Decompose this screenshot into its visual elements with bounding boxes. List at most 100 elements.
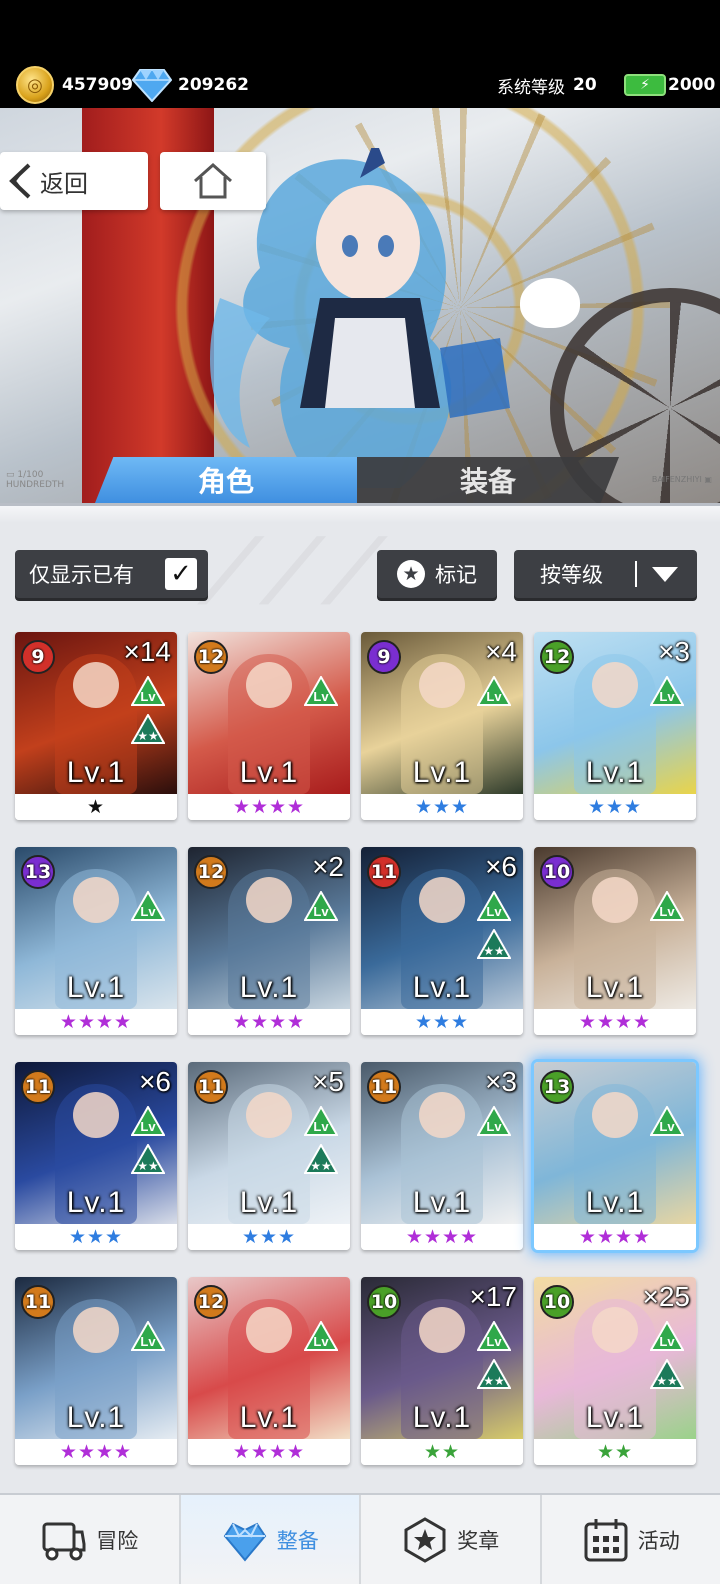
- nav-adventure-label: 冒险: [96, 1528, 139, 1553]
- character-card[interactable]: 11 ×6 Lv ★★ Lv.1 ★★★: [15, 1062, 177, 1250]
- mark-button[interactable]: ★ 标记: [377, 550, 497, 598]
- level-badge: 11: [194, 1070, 228, 1104]
- svg-text:Lv: Lv: [140, 904, 156, 919]
- nav-medals[interactable]: 奖章: [361, 1495, 542, 1584]
- level-up-icon: Lv: [303, 889, 339, 921]
- owned-only-label: 仅显示已有: [29, 563, 134, 587]
- character-card[interactable]: 12 ×3 Lv Lv.1 ★★★: [534, 632, 696, 820]
- character-face: [73, 662, 119, 708]
- svg-text:Lv: Lv: [140, 1119, 156, 1134]
- rarity-stars: ★★★★: [15, 1439, 177, 1465]
- level-up-icon: Lv: [649, 1104, 685, 1136]
- star-up-icon: ★★: [649, 1357, 685, 1389]
- tab-characters[interactable]: 角色: [95, 457, 357, 503]
- nav-adventure[interactable]: 冒险: [0, 1495, 181, 1584]
- level-badge: 11: [21, 1070, 55, 1104]
- rarity-stars: ★★★: [188, 1224, 350, 1250]
- rarity-stars: ★★★: [361, 794, 523, 820]
- mark-label: 标记: [435, 563, 477, 587]
- rarity-stars: ★★★★: [534, 1224, 696, 1250]
- character-card[interactable]: 11 ×6 Lv ★★ Lv.1 ★★★: [361, 847, 523, 1035]
- checkbox-checked-icon[interactable]: ✓: [165, 558, 197, 590]
- character-face: [73, 1092, 119, 1138]
- rarity-stars: ★★★★: [361, 1224, 523, 1250]
- duplicate-count: ×6: [485, 851, 517, 882]
- back-button[interactable]: 返回: [0, 152, 148, 210]
- rarity-stars: ★★★★: [15, 1009, 177, 1035]
- character-level: Lv.1: [412, 1186, 472, 1219]
- energy-counter[interactable]: ⚡ 2000: [624, 66, 715, 104]
- character-face: [246, 1307, 292, 1353]
- nav-prepare[interactable]: 整备: [180, 1495, 361, 1584]
- nav-prepare-label: 整备: [276, 1528, 319, 1553]
- sort-label: 按等级: [540, 563, 603, 587]
- character-card[interactable]: 10 ×17 Lv ★★ Lv.1 ★★: [361, 1277, 523, 1465]
- level-up-icon: Lv: [476, 1319, 512, 1351]
- medal-icon: [404, 1516, 446, 1563]
- svg-text:★★: ★★: [483, 944, 505, 958]
- svg-text:Lv: Lv: [486, 1119, 502, 1134]
- level-badge: 12: [194, 1285, 228, 1319]
- character-card[interactable]: 13 Lv Lv.1 ★★★★: [15, 847, 177, 1035]
- svg-text:Lv: Lv: [140, 689, 156, 704]
- character-card[interactable]: 12 Lv Lv.1 ★★★★: [188, 1277, 350, 1465]
- star-up-icon: ★★: [130, 1142, 166, 1174]
- level-up-icon: Lv: [476, 1104, 512, 1136]
- level-up-icon: Lv: [130, 1104, 166, 1136]
- duplicate-count: ×14: [123, 636, 172, 667]
- rarity-stars: ★★★★: [188, 1009, 350, 1035]
- level-badge: 12: [540, 640, 574, 674]
- character-face: [592, 877, 638, 923]
- level-up-icon: Lv: [649, 1319, 685, 1351]
- character-card[interactable]: 12 ×2 Lv Lv.1 ★★★★: [188, 847, 350, 1035]
- star-up-icon: ★★: [303, 1142, 339, 1174]
- level-badge: 10: [367, 1285, 401, 1319]
- level-up-icon: Lv: [130, 1319, 166, 1351]
- rarity-stars: ★★★: [15, 1224, 177, 1250]
- character-card[interactable]: 9 ×14 Lv ★★ Lv.1 ★: [15, 632, 177, 820]
- duplicate-count: ×25: [642, 1281, 691, 1312]
- bottom-nav: 冒险 整备 奖章 活动: [0, 1493, 720, 1584]
- character-card[interactable]: 9 ×4 Lv Lv.1 ★★★: [361, 632, 523, 820]
- character-card[interactable]: 12 Lv Lv.1 ★★★★: [188, 632, 350, 820]
- gem-counter[interactable]: 209262: [131, 66, 249, 104]
- truck-icon: [42, 1522, 86, 1560]
- character-card[interactable]: 11 ×3 Lv Lv.1 ★★★★: [361, 1062, 523, 1250]
- character-card[interactable]: 11 ×5 Lv ★★ Lv.1 ★★★: [188, 1062, 350, 1250]
- dropdown-arrow-icon: [652, 567, 678, 582]
- character-level: Lv.1: [239, 1186, 299, 1219]
- svg-text:Lv: Lv: [659, 1334, 675, 1349]
- character-card[interactable]: 13 Lv Lv.1 ★★★★: [534, 1062, 696, 1250]
- character-face: [592, 662, 638, 708]
- character-level: Lv.1: [239, 971, 299, 1004]
- svg-text:Lv: Lv: [313, 904, 329, 919]
- duplicate-count: ×17: [469, 1281, 518, 1312]
- home-button[interactable]: [160, 152, 266, 210]
- calendar-icon: [584, 1518, 628, 1561]
- character-face: [419, 877, 465, 923]
- star-icon: ★: [397, 560, 425, 588]
- character-card[interactable]: 10 Lv Lv.1 ★★★★: [534, 847, 696, 1035]
- level-up-icon: Lv: [303, 1319, 339, 1351]
- nav-events-label: 活动: [637, 1528, 680, 1553]
- resource-bar: ◎ 457909 209262 系统等级 20 ⚡ 2000: [0, 0, 720, 108]
- gold-counter[interactable]: ◎ 457909: [16, 66, 133, 104]
- level-badge: 13: [540, 1070, 574, 1104]
- character-card[interactable]: 11 Lv Lv.1 ★★★★: [15, 1277, 177, 1465]
- character-face: [419, 1092, 465, 1138]
- rarity-stars: ★★: [361, 1439, 523, 1465]
- character-face: [592, 1092, 638, 1138]
- duplicate-count: ×6: [139, 1066, 171, 1097]
- nav-events[interactable]: 活动: [542, 1495, 720, 1584]
- tab-equipment[interactable]: 装备: [357, 457, 619, 503]
- character-card[interactable]: 10 ×25 Lv ★★ Lv.1 ★★: [534, 1277, 696, 1465]
- duplicate-count: ×4: [485, 636, 517, 667]
- owned-only-toggle[interactable]: 仅显示已有 ✓: [15, 550, 208, 598]
- sort-dropdown[interactable]: 按等级: [514, 550, 697, 598]
- level-up-icon: Lv: [303, 674, 339, 706]
- rarity-stars: ★★★: [361, 1009, 523, 1035]
- svg-text:Lv: Lv: [313, 1334, 329, 1349]
- tab-bar: 角色 装备: [0, 455, 720, 505]
- level-badge: 13: [21, 855, 55, 889]
- gold-value: 457909: [62, 75, 133, 95]
